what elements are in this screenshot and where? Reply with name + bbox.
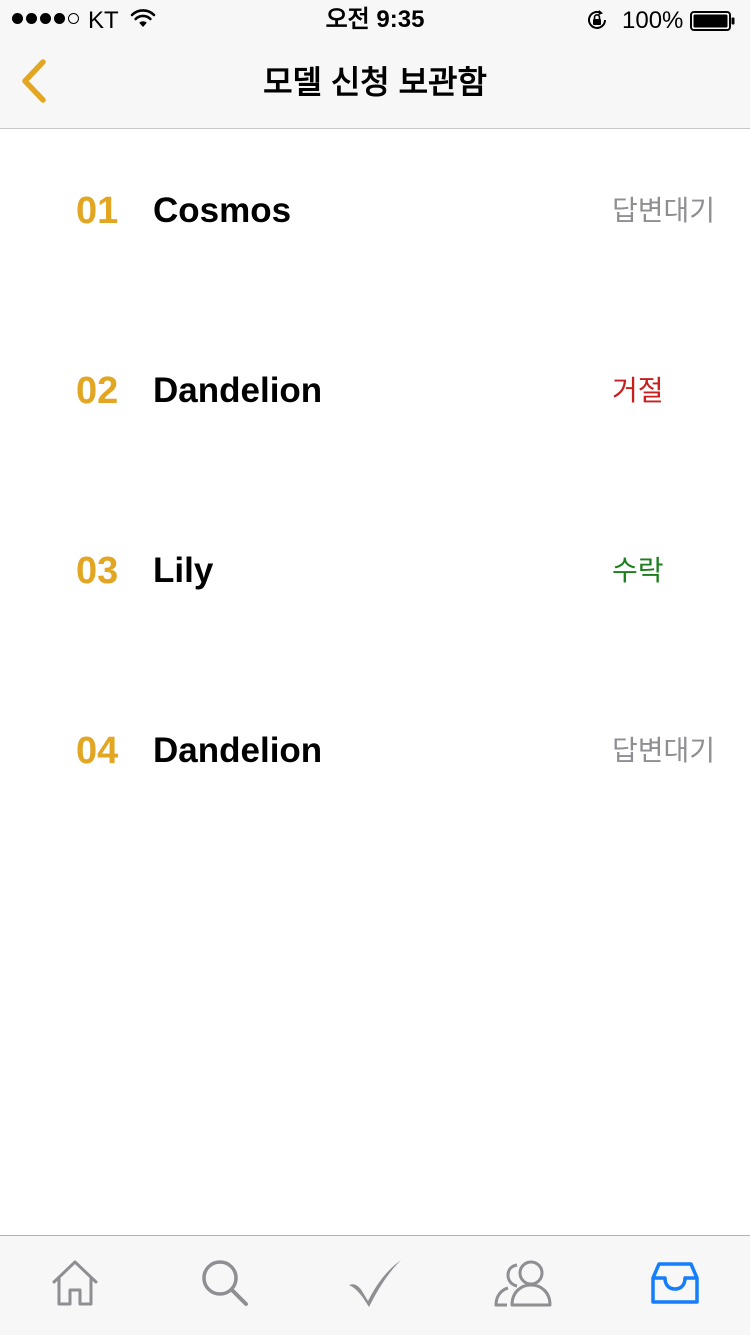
page-title: 모델 신청 보관함: [263, 64, 487, 100]
status-bar: KT 오전 9:35 100%: [0, 0, 750, 40]
checkmark-icon: [346, 1257, 404, 1314]
rotation-lock-icon: [584, 8, 610, 37]
request-list: 01 Cosmos 답변대기 02 Dandelion 거절 03 Lily 수…: [0, 129, 750, 849]
status-badge: 수락: [612, 555, 664, 586]
top-bar: KT 오전 9:35 100% 모델 신청 보관함: [0, 0, 750, 129]
tab-people[interactable]: [480, 1246, 570, 1324]
inbox-icon: [648, 1260, 702, 1311]
tab-search[interactable]: [180, 1246, 270, 1324]
item-name: Dandelion: [153, 731, 323, 770]
battery-icon: [690, 11, 735, 31]
tab-inbox[interactable]: [630, 1246, 720, 1324]
item-number: 04: [76, 730, 119, 772]
item-number: 01: [76, 190, 119, 232]
navigation-bar: 모델 신청 보관함: [0, 40, 750, 128]
tab-check[interactable]: [330, 1246, 420, 1324]
list-item[interactable]: 03 Lily 수락: [0, 489, 750, 669]
item-name: Cosmos: [153, 191, 292, 230]
search-icon: [199, 1257, 251, 1314]
item-name: Dandelion: [153, 371, 323, 410]
status-badge: 답변대기: [612, 195, 716, 226]
battery-percentage: 100%: [622, 7, 684, 34]
item-number: 02: [76, 370, 119, 412]
item-number: 03: [76, 550, 119, 592]
list-item[interactable]: 04 Dandelion 답변대기: [0, 669, 750, 849]
people-icon: [491, 1257, 559, 1314]
tab-home[interactable]: [30, 1246, 120, 1324]
list-item[interactable]: 02 Dandelion 거절: [0, 309, 750, 489]
list-item[interactable]: 01 Cosmos 답변대기: [0, 129, 750, 309]
status-badge: 거절: [612, 375, 664, 406]
tab-bar: [0, 1235, 750, 1335]
home-icon: [49, 1258, 101, 1313]
item-name: Lily: [153, 551, 214, 590]
status-badge: 답변대기: [612, 735, 716, 766]
